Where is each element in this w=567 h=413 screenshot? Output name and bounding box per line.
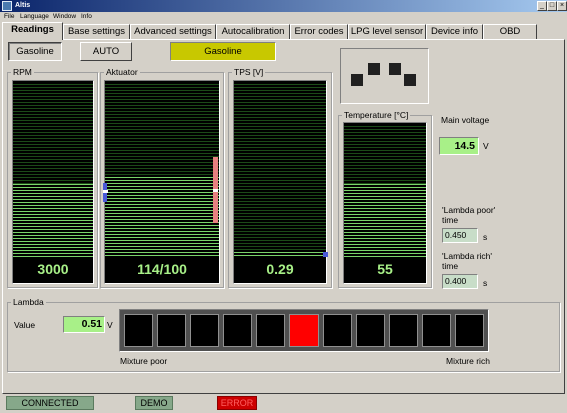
menu-window[interactable]: Window: [53, 12, 76, 22]
tps-title: TPS [V]: [232, 67, 266, 77]
title-bar: Altis _ □ ×: [0, 0, 567, 12]
lambda-segment: [355, 314, 385, 347]
actuator-gauge: 114/100: [104, 80, 220, 284]
main-voltage-field: 14.5: [439, 137, 479, 155]
actuator-left-marker-tick: [103, 190, 108, 193]
lambda-segment: [454, 314, 484, 347]
actuator-gauge-fill: [105, 177, 219, 257]
actuator-right-marker-tick: [213, 189, 218, 192]
menu-language[interactable]: Language: [20, 12, 49, 22]
auto-button[interactable]: AUTO: [80, 42, 132, 61]
main-voltage-label: Main voltage: [441, 115, 490, 125]
lambda-value-unit: V: [107, 320, 113, 330]
fuel-status-indicator: Gasoline: [170, 42, 276, 61]
injector-3-indicator: [389, 63, 401, 75]
temperature-gauge-fill: [344, 184, 426, 257]
tps-marker: [323, 252, 328, 257]
mixture-rich-label: Mixture rich: [446, 356, 490, 366]
tab-obd[interactable]: OBD: [483, 24, 537, 39]
lambda-bar: [119, 309, 489, 352]
lambda-rich-time-label: 'Lambda rich' time: [442, 251, 493, 271]
menu-bar: File Language Window Info: [0, 12, 567, 22]
tps-gauge-fill: [234, 252, 326, 257]
lambda-segment: [190, 314, 220, 347]
lambda-segment: [124, 314, 154, 347]
tps-gauge: 0.29: [233, 80, 327, 284]
maximize-button[interactable]: □: [547, 1, 557, 11]
tab-device-info[interactable]: Device info: [426, 24, 483, 39]
tab-advanced-settings[interactable]: Advanced settings: [130, 24, 216, 39]
injector-pattern-box: [340, 48, 429, 104]
lambda-segment: [223, 314, 253, 347]
mixture-poor-label: Mixture poor: [120, 356, 168, 366]
injector-4-indicator: [404, 74, 416, 86]
temperature-title: Temperature [°C]: [342, 110, 411, 120]
lambda-segment: [256, 314, 286, 347]
actuator-value: 114/100: [137, 261, 187, 277]
lambda-segment: [289, 314, 319, 347]
connected-status: CONNECTED: [6, 396, 94, 410]
tab-base-settings[interactable]: Base settings: [63, 24, 130, 39]
gasoline-button[interactable]: Gasoline: [8, 42, 62, 61]
main-voltage-unit: V: [483, 141, 489, 151]
lambda-value-field: 0.51: [63, 316, 105, 333]
lambda-segment: [421, 314, 451, 347]
lambda-poor-time-label: 'Lambda poor' time: [442, 205, 496, 225]
lambda-poor-time-unit: s: [483, 232, 488, 242]
lambda-rich-time-field: 0.400: [442, 274, 478, 289]
close-button[interactable]: ×: [557, 1, 567, 11]
actuator-title: Aktuator: [104, 67, 140, 77]
rpm-gauge-fill: [13, 184, 93, 257]
lambda-rich-time-unit: s: [483, 278, 488, 288]
lambda-poor-time-field: 0.450: [442, 228, 478, 243]
tab-readings[interactable]: Readings: [2, 22, 63, 40]
menu-info[interactable]: Info: [81, 12, 92, 22]
tps-gauge-track: [234, 84, 326, 257]
minimize-button[interactable]: _: [537, 1, 547, 11]
app-icon: [2, 1, 12, 11]
lambda-title: Lambda: [11, 297, 46, 307]
temperature-value: 55: [377, 261, 393, 277]
window-title: Altis: [15, 2, 31, 9]
tab-lpg-level-sensor[interactable]: LPG level sensor: [348, 24, 426, 39]
tab-autocalibration[interactable]: Autocalibration: [216, 24, 290, 39]
temperature-gauge: 55: [343, 122, 427, 284]
tab-error-codes[interactable]: Error codes: [290, 24, 348, 39]
tps-value: 0.29: [266, 261, 294, 277]
demo-status: DEMO: [135, 396, 173, 410]
lambda-segment: [157, 314, 187, 347]
lambda-segment: [322, 314, 352, 347]
rpm-gauge: 3000: [12, 80, 94, 284]
injector-2-indicator: [368, 63, 380, 75]
injector-1-indicator: [351, 74, 363, 86]
error-status: ERROR: [217, 396, 257, 410]
rpm-value: 3000: [37, 261, 69, 277]
menu-file[interactable]: File: [4, 12, 14, 22]
rpm-title: RPM: [11, 67, 34, 77]
lambda-value-label: Value: [14, 320, 36, 330]
lambda-segment: [388, 314, 418, 347]
